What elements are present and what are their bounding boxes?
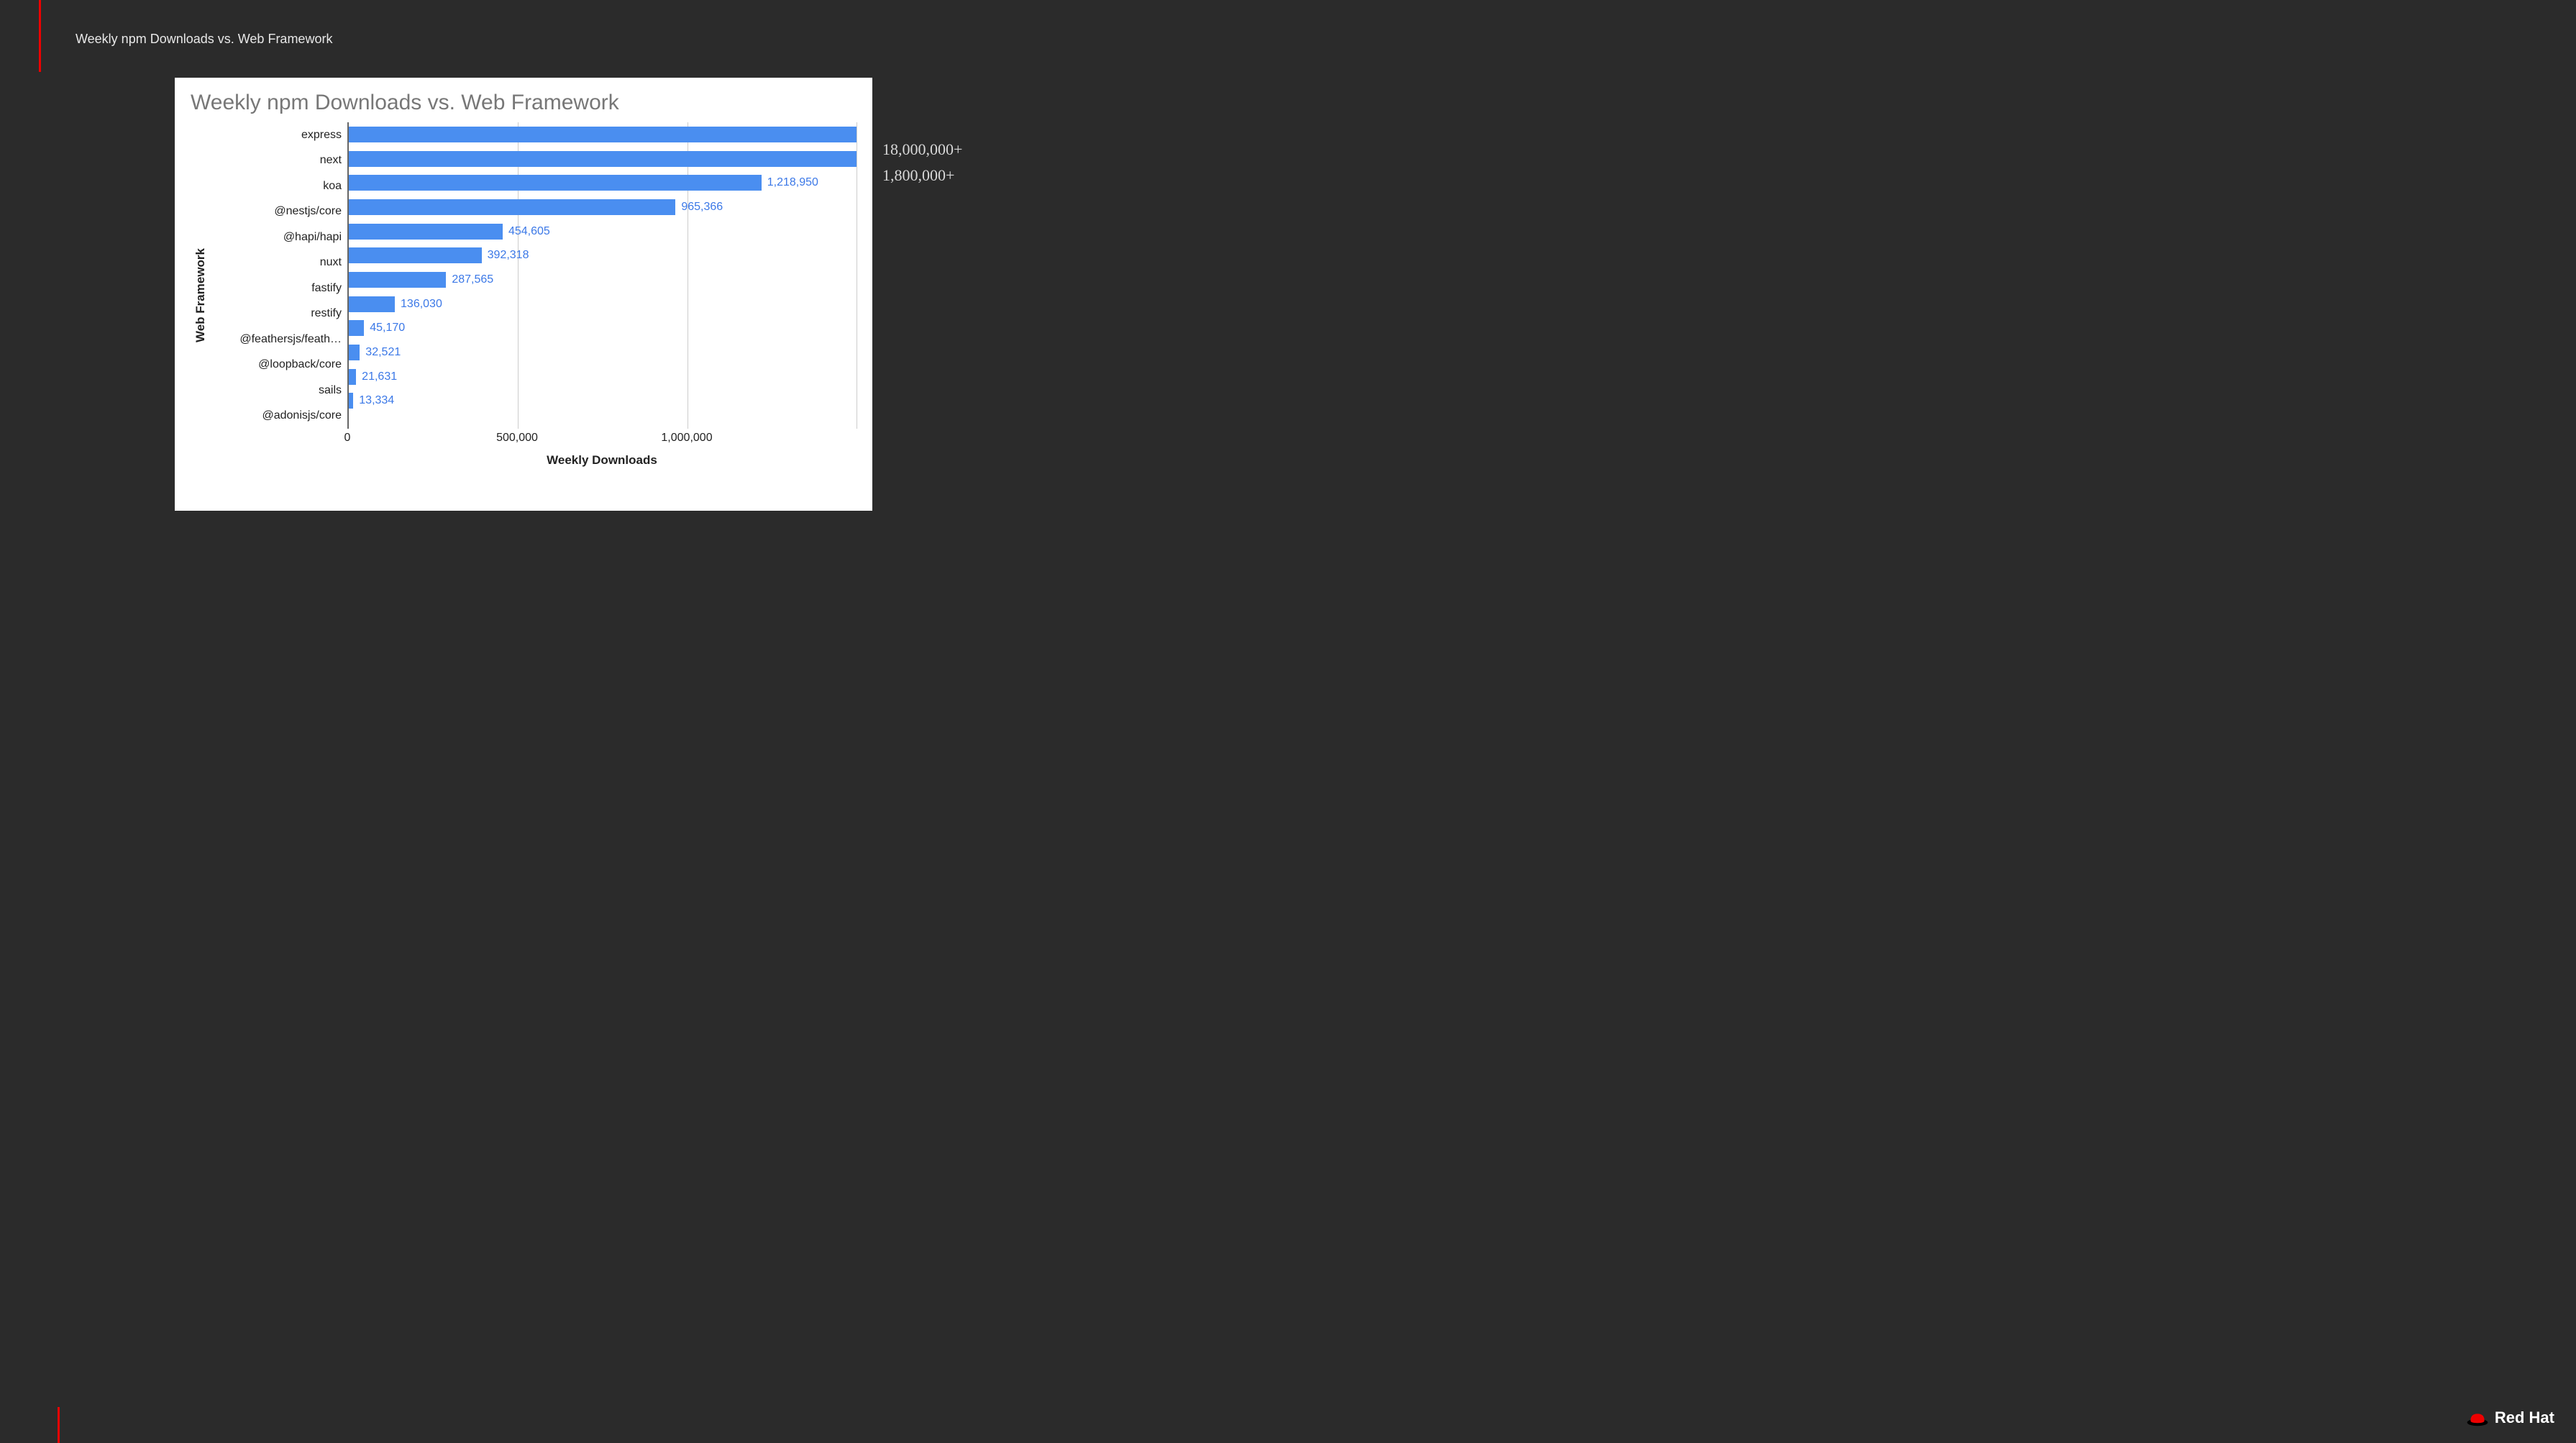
redhat-logo-text: Red Hat xyxy=(2495,1408,2554,1427)
bar xyxy=(349,369,356,385)
category-label: @feathersjs/feath… xyxy=(211,333,342,346)
bar xyxy=(349,224,503,240)
bar-value-label: 1,218,950 xyxy=(767,176,818,189)
bar xyxy=(349,127,857,142)
category-label: @adonisjs/core xyxy=(211,409,342,422)
bar xyxy=(349,272,446,288)
bar-row: 287,565 xyxy=(349,272,857,288)
category-label: @nestjs/core xyxy=(211,205,342,218)
bars-track: 1,218,950 965,366 454,605 392,318 287,565 136… xyxy=(347,122,857,429)
category-label: nuxt xyxy=(211,256,342,269)
chart-title: Weekly npm Downloads vs. Web Framework xyxy=(191,91,857,115)
category-label: fastify xyxy=(211,282,342,295)
category-label: @loopback/core xyxy=(211,358,342,371)
category-labels: express next koa @nestjs/core @hapi/hapi nuxt… xyxy=(211,122,347,429)
category-label: koa xyxy=(211,180,342,193)
bar-row: 136,030 xyxy=(349,296,857,312)
accent-bar-top xyxy=(39,0,41,72)
bar-row xyxy=(349,151,857,167)
category-label: @hapi/hapi xyxy=(211,231,342,244)
annotation-express: 18,000,000+ xyxy=(882,140,962,159)
slide-title: Weekly npm Downloads vs. Web Framework xyxy=(76,32,332,47)
x-tick: 1,000,000 xyxy=(661,432,712,445)
bar xyxy=(349,199,675,215)
side-annotations: 18,000,000+ 1,800,000+ xyxy=(882,140,962,192)
bar-row: 45,170 xyxy=(349,320,857,336)
redhat-logo: Red Hat xyxy=(2466,1408,2554,1427)
bar-row: 32,521 xyxy=(349,345,857,360)
bar xyxy=(349,393,353,409)
accent-bar-bottom xyxy=(58,1407,60,1443)
chart-plot: Web Framework express next koa @nestjs/core… xyxy=(191,122,857,468)
chart-card: Weekly npm Downloads vs. Web Framework W… xyxy=(175,78,872,511)
bar-row: 1,218,950 xyxy=(349,175,857,191)
bar-value-label: 965,366 xyxy=(681,201,723,214)
bar-row: 21,631 xyxy=(349,369,857,385)
category-label: restify xyxy=(211,307,342,320)
bar xyxy=(349,175,762,191)
bar-value-label: 21,631 xyxy=(362,370,397,383)
bar xyxy=(349,320,364,336)
bar xyxy=(349,296,395,312)
bar xyxy=(349,345,360,360)
x-tick: 500,000 xyxy=(496,432,538,445)
y-axis-label: Web Framework xyxy=(191,151,211,439)
x-axis-label: Weekly Downloads xyxy=(347,453,857,468)
bar-value-label: 392,318 xyxy=(488,249,529,262)
bar-row: 454,605 xyxy=(349,224,857,240)
bar-value-label: 454,605 xyxy=(508,225,550,238)
x-axis-ticks: 0 500,000 1,000,000 xyxy=(347,429,857,449)
bar-value-label: 287,565 xyxy=(452,273,493,286)
x-tick: 0 xyxy=(344,432,351,445)
category-label: sails xyxy=(211,384,342,397)
bar-row xyxy=(349,127,857,142)
bar-value-label: 136,030 xyxy=(401,298,442,311)
redhat-hat-icon xyxy=(2466,1409,2489,1426)
bar xyxy=(349,151,857,167)
bar-value-label: 13,334 xyxy=(359,394,394,407)
bar xyxy=(349,247,482,263)
annotation-next: 1,800,000+ xyxy=(882,166,962,185)
bar-row: 965,366 xyxy=(349,199,857,215)
bar-value-label: 32,521 xyxy=(365,346,401,359)
category-label: next xyxy=(211,154,342,167)
bar-value-label: 45,170 xyxy=(370,322,405,334)
bar-row: 392,318 xyxy=(349,247,857,263)
bar-row: 13,334 xyxy=(349,393,857,409)
category-label: express xyxy=(211,129,342,142)
